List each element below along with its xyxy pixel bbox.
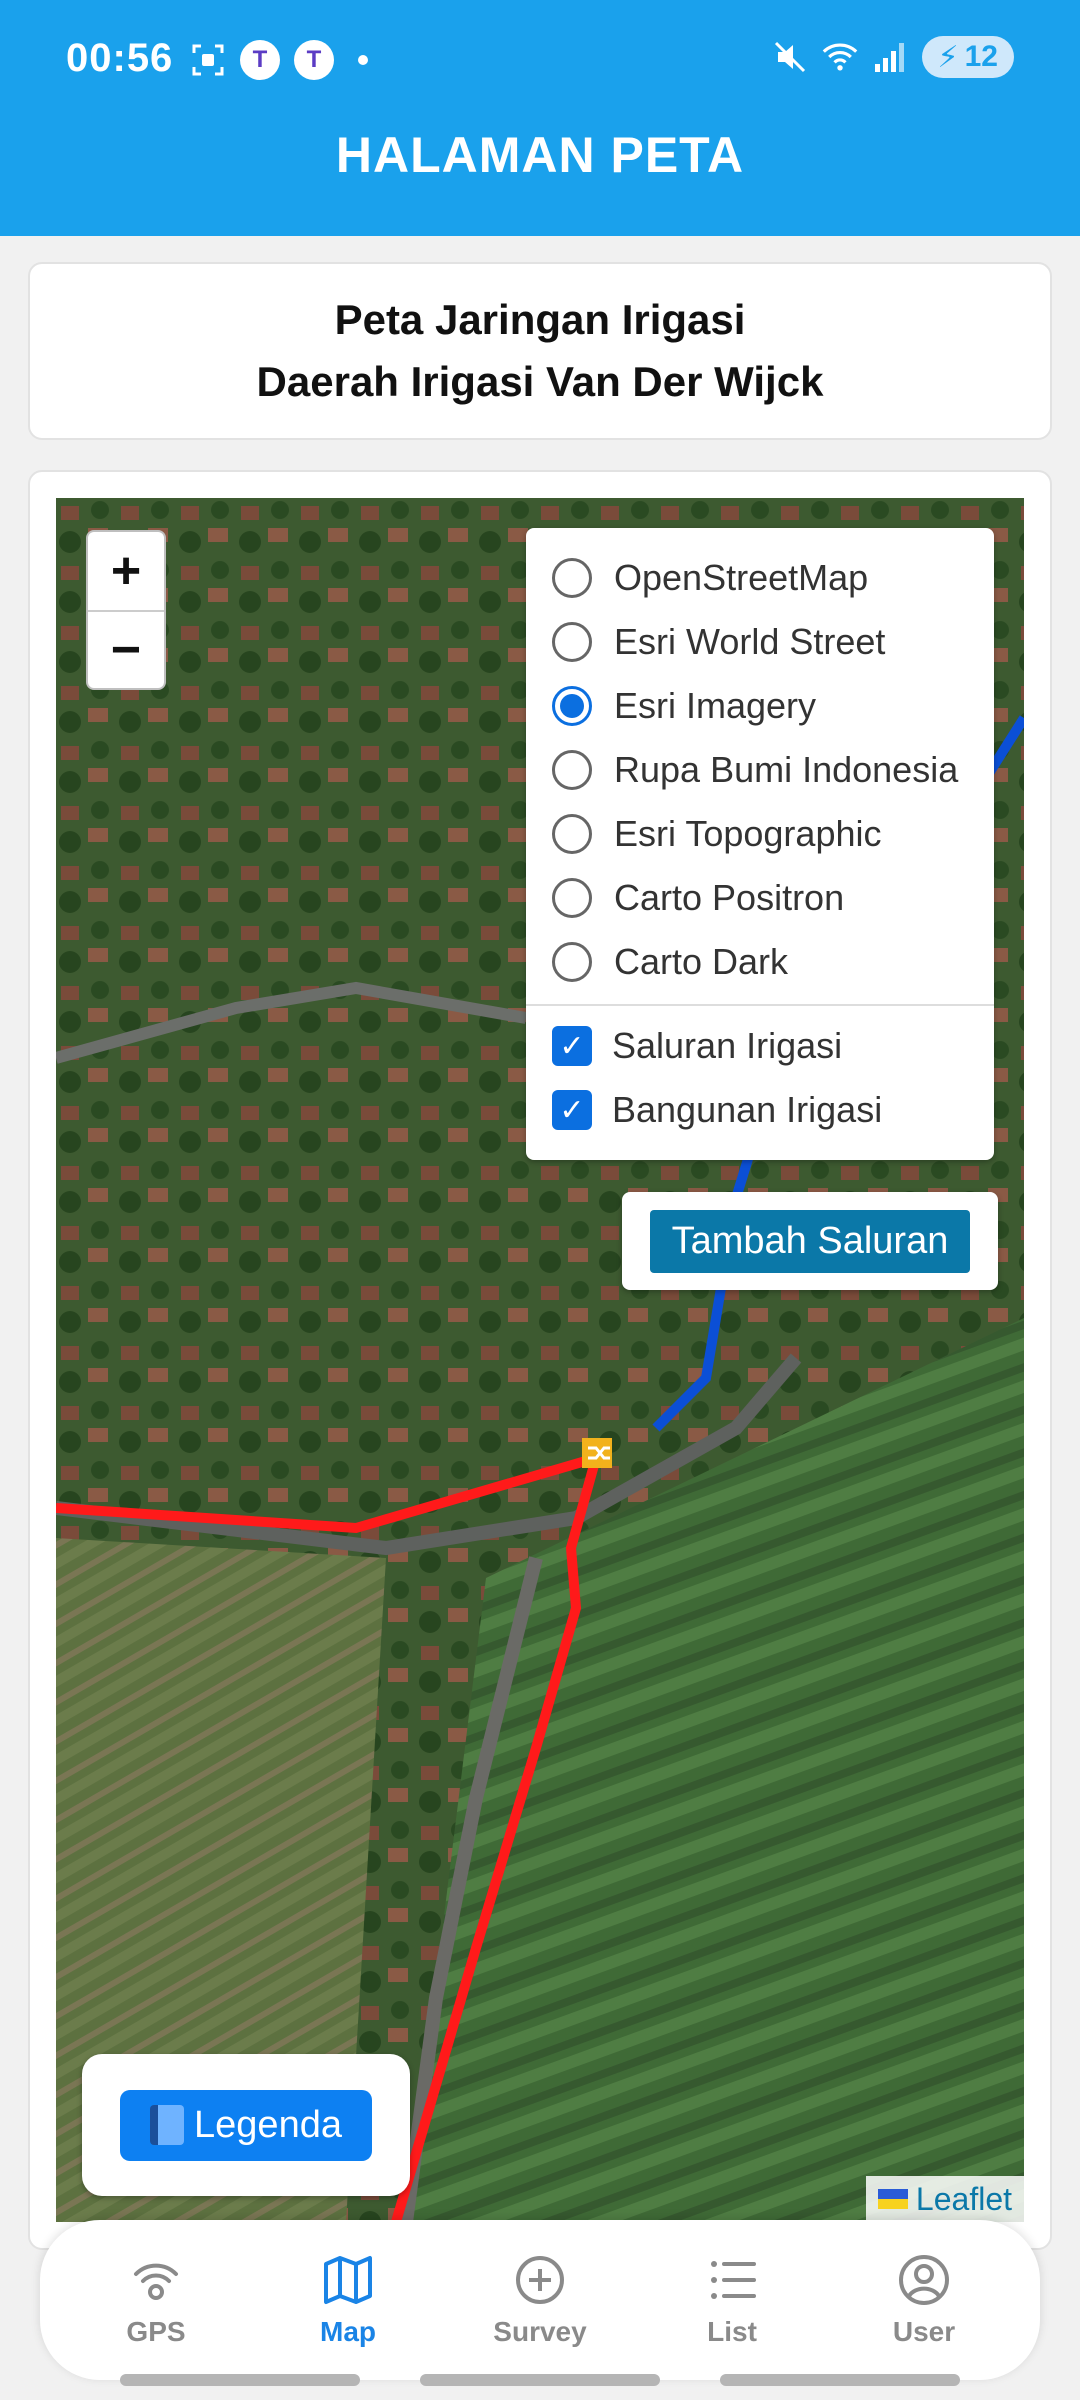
leaflet-attribution: Leaflet xyxy=(865,2176,1024,2222)
layer-label: Esri World Street xyxy=(614,621,886,662)
base-layer-carto-positron[interactable]: Carto Positron xyxy=(552,866,994,930)
layer-label: Rupa Bumi Indonesia xyxy=(614,749,959,790)
radio-button[interactable] xyxy=(552,814,592,854)
zoom-control: + − xyxy=(86,530,166,690)
screenshot-icon xyxy=(190,42,226,78)
more-notifications-dot xyxy=(358,55,368,65)
base-layer-rupa-bumi-indonesia[interactable]: Rupa Bumi Indonesia xyxy=(552,738,994,802)
nav-label: List xyxy=(707,2316,757,2347)
status-time: 00:56 xyxy=(66,36,174,80)
overlay-label: Saluran Irigasi xyxy=(612,1025,843,1066)
checkbox-checked[interactable]: ✓ xyxy=(552,1090,592,1130)
radio-button[interactable] xyxy=(552,622,592,662)
tambah-saluran-control: Tambah Saluran xyxy=(622,1192,998,1290)
radio-button[interactable] xyxy=(552,878,592,918)
base-layer-esri-topographic[interactable]: Esri Topographic xyxy=(552,802,994,866)
base-layer-carto-dark[interactable]: Carto Dark xyxy=(552,930,994,994)
leaflet-map[interactable]: + − OpenStreetMap Esri World Street Esri… xyxy=(56,498,1024,2222)
map-icon xyxy=(324,2256,372,2304)
overlay-bangunan-irigasi[interactable]: ✓ Bangunan Irigasi xyxy=(552,1078,994,1142)
app-header: 00:56 T T ⚡ 12 HALAMAN PETA xyxy=(0,0,1080,236)
zoom-out-button[interactable]: − xyxy=(88,610,164,688)
plus-circle-icon xyxy=(516,2256,564,2304)
layer-label: Esri Topographic xyxy=(614,813,882,854)
radio-button[interactable] xyxy=(552,750,592,790)
nav-item-user[interactable]: User xyxy=(844,2252,1004,2348)
radio-button-selected[interactable] xyxy=(552,686,592,726)
legenda-label: Legenda xyxy=(194,2103,342,2146)
battery-level: 12 xyxy=(964,40,998,73)
charging-icon: ⚡ xyxy=(937,40,959,74)
bottom-navigation: GPS Map Survey List User xyxy=(40,2220,1040,2380)
map-title-line2: Daerah Irigasi Van Der Wijck xyxy=(256,358,824,405)
nav-label: Survey xyxy=(493,2316,587,2347)
leaflet-link[interactable]: Leaflet xyxy=(916,2181,1012,2218)
book-icon xyxy=(150,2105,185,2145)
battery-indicator: ⚡ 12 xyxy=(921,36,1014,78)
ukraine-flag-icon xyxy=(877,2189,908,2209)
base-layer-esri-world-street[interactable]: Esri World Street xyxy=(552,610,994,674)
list-icon xyxy=(711,2261,756,2299)
app-notification-icon: T xyxy=(294,40,334,80)
map-title-card: Peta Jaringan Irigasi Daerah Irigasi Van… xyxy=(28,262,1052,440)
layer-label: Carto Dark xyxy=(614,941,789,982)
nav-label: GPS xyxy=(126,2316,186,2347)
layer-label: OpenStreetMap xyxy=(614,557,869,598)
legenda-button[interactable]: Legenda xyxy=(120,2089,372,2161)
base-layer-esri-imagery[interactable]: Esri Imagery xyxy=(552,674,994,738)
overlay-label: Bangunan Irigasi xyxy=(612,1089,883,1130)
base-layer-openstreetmap[interactable]: OpenStreetMap xyxy=(552,546,994,610)
nav-label: User xyxy=(892,2316,956,2347)
gps-icon xyxy=(134,2263,178,2300)
radio-button[interactable] xyxy=(552,558,592,598)
page-title: HALAMAN PETA xyxy=(335,127,745,183)
wifi-icon xyxy=(822,39,858,75)
status-system-icons: ⚡ 12 xyxy=(772,36,1014,78)
overlay-saluran-irigasi[interactable]: ✓ Saluran Irigasi xyxy=(552,1014,994,1078)
layer-label: Esri Imagery xyxy=(614,685,817,726)
signal-icon xyxy=(872,39,908,75)
app-notification-icon: T xyxy=(240,40,280,80)
mute-icon xyxy=(772,39,808,75)
status-notifications: T T xyxy=(190,40,368,80)
nav-label: Map xyxy=(320,2316,376,2347)
legenda-control: Legenda xyxy=(82,2054,410,2196)
nav-item-gps[interactable]: GPS xyxy=(76,2252,236,2348)
status-bar: 00:56 T T ⚡ 12 xyxy=(0,0,1080,120)
layer-label: Carto Positron xyxy=(614,877,845,918)
bangunan-irigasi-marker[interactable] xyxy=(582,1438,612,1468)
layers-divider xyxy=(526,1004,994,1006)
checkbox-checked[interactable]: ✓ xyxy=(552,1026,592,1066)
nav-item-list[interactable]: List xyxy=(652,2252,812,2348)
user-icon xyxy=(899,2255,949,2305)
layers-control: OpenStreetMap Esri World Street Esri Ima… xyxy=(526,528,994,1160)
radio-button[interactable] xyxy=(552,942,592,982)
nav-item-survey[interactable]: Survey xyxy=(460,2252,620,2348)
system-gesture-bar xyxy=(0,2374,1080,2386)
tambah-saluran-button[interactable]: Tambah Saluran xyxy=(649,1209,971,1273)
map-title-line1: Peta Jaringan Irigasi xyxy=(334,296,746,343)
zoom-in-button[interactable]: + xyxy=(88,532,164,610)
nav-item-map[interactable]: Map xyxy=(268,2252,428,2348)
